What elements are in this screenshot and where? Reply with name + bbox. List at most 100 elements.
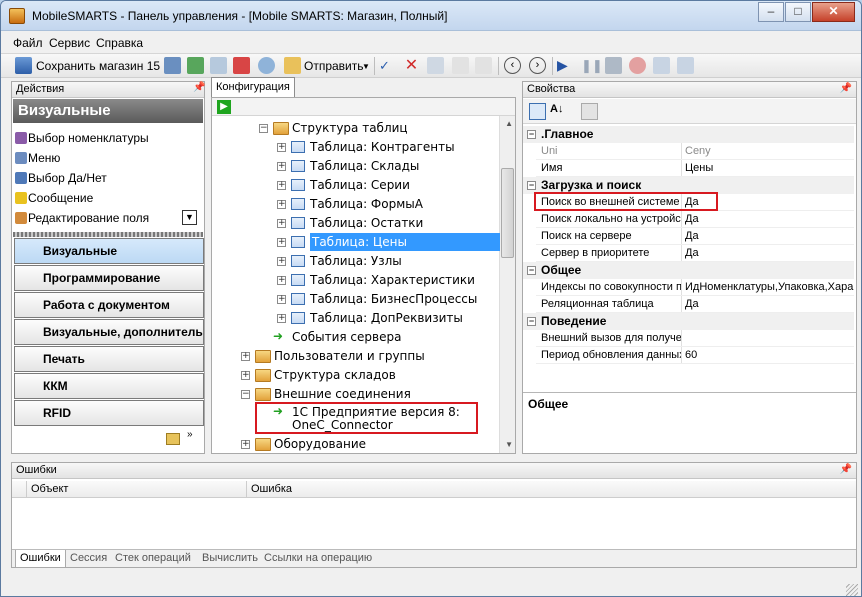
property-row[interactable]: Внешний вызов для получе — [536, 330, 854, 347]
step-into-icon[interactable] — [653, 57, 670, 74]
property-value[interactable]: Да — [685, 211, 699, 227]
nav-visual-extra[interactable]: Визуальные, дополнительн — [14, 319, 204, 345]
property-row[interactable]: Индексы по совокупности п ИдНоменклатуры,… — [536, 279, 854, 296]
property-category[interactable]: − .Главное — [523, 126, 854, 143]
cancel-icon[interactable]: ✕ — [403, 57, 420, 74]
paste-icon[interactable] — [475, 57, 492, 74]
dropdown-button[interactable]: ▼ — [182, 210, 197, 225]
column-error[interactable]: Ошибка — [251, 483, 292, 495]
expand-icon[interactable]: + — [277, 257, 286, 266]
property-value[interactable]: ИдНоменклатуры,Упаковка,Харак — [685, 279, 854, 295]
expand-icon[interactable]: + — [277, 238, 286, 247]
property-row[interactable]: Реляционная таблица Да — [536, 296, 854, 313]
save-button[interactable]: Сохранить магазин 15 — [36, 59, 160, 73]
save-all-icon[interactable] — [164, 57, 181, 74]
tab-stack[interactable]: Стек операций — [115, 550, 191, 567]
scroll-up-icon[interactable]: ▲ — [505, 119, 513, 128]
nav-document[interactable]: Работа с документом — [14, 292, 204, 318]
column-object[interactable]: Объект — [31, 483, 68, 495]
expand-icon[interactable]: + — [277, 219, 286, 228]
tab-evaluate[interactable]: Вычислить — [202, 550, 258, 567]
property-row[interactable]: Поиск на сервере Да — [536, 228, 854, 245]
action-item[interactable]: Выбор номенклатуры — [15, 129, 149, 147]
property-value[interactable]: Ceny — [685, 143, 711, 159]
action-item[interactable]: Сообщение — [15, 189, 93, 207]
run-config-icon[interactable]: ▶ — [217, 100, 231, 114]
scroll-down-icon[interactable]: ▼ — [505, 440, 513, 449]
resize-grip[interactable] — [846, 584, 858, 596]
tab-references[interactable]: Ссылки на операцию — [264, 550, 372, 567]
expand-icon[interactable]: + — [277, 200, 286, 209]
expand-icon[interactable]: + — [241, 371, 250, 380]
property-value[interactable]: 60 — [685, 347, 697, 363]
property-pages-icon[interactable] — [581, 103, 598, 120]
tab-configuration[interactable]: Конфигурация — [211, 77, 295, 97]
action-item[interactable]: Редактирование поля — [15, 209, 149, 227]
property-value[interactable]: Да — [685, 245, 699, 261]
search-icon[interactable] — [258, 57, 275, 74]
copy-icon[interactable] — [427, 57, 444, 74]
forward-icon[interactable]: › — [529, 57, 546, 74]
close-button[interactable]: ✕ — [812, 2, 855, 22]
property-row[interactable]: Имя Цены — [536, 160, 854, 177]
splitter[interactable] — [13, 232, 203, 237]
expand-icon[interactable]: + — [241, 440, 250, 449]
expand-icon[interactable]: + — [241, 352, 250, 361]
nav-programming[interactable]: Программирование — [14, 265, 204, 291]
property-row[interactable]: Сервер в приоритете Да — [536, 245, 854, 262]
property-value[interactable]: Да — [685, 296, 699, 312]
spellcheck-icon[interactable]: ✓ — [379, 57, 396, 74]
expand-icon[interactable]: + — [277, 276, 286, 285]
property-row[interactable]: Uni Ceny — [536, 143, 854, 160]
pin-icon[interactable]: 📌 — [840, 464, 852, 475]
collapse-icon[interactable]: − — [259, 124, 268, 133]
run-icon[interactable]: ▶ — [557, 57, 574, 74]
menu-file[interactable]: Файл — [13, 36, 43, 50]
stop-icon[interactable] — [605, 57, 622, 74]
action-item[interactable]: Меню — [15, 149, 60, 167]
expand-icon[interactable]: + — [277, 295, 286, 304]
property-value[interactable]: Да — [685, 228, 699, 244]
nav-print[interactable]: Печать — [14, 346, 204, 372]
alphabetical-icon[interactable]: A↓ — [550, 103, 563, 115]
property-row[interactable]: Поиск локально на устройс Да — [536, 211, 854, 228]
tab-errors[interactable]: Ошибки — [15, 550, 66, 568]
property-value[interactable]: Цены — [685, 160, 713, 176]
record-icon[interactable] — [629, 57, 646, 74]
cut-icon[interactable] — [452, 57, 469, 74]
folder-icon[interactable] — [166, 433, 180, 445]
nav-visual[interactable]: Визуальные — [14, 238, 204, 264]
send-dropdown-icon[interactable]: ▼ — [362, 62, 370, 71]
save-icon[interactable] — [15, 57, 32, 74]
expand-icon[interactable]: + — [277, 143, 286, 152]
expand-icon[interactable]: + — [277, 314, 286, 323]
refresh-icon[interactable] — [187, 57, 204, 74]
pause-icon[interactable]: ❚❚ — [581, 57, 603, 74]
nav-kkm[interactable]: ККМ — [14, 373, 204, 399]
collapse-icon[interactable]: − — [527, 266, 536, 275]
property-row[interactable]: Период обновления данных 60 — [536, 347, 854, 364]
property-category[interactable]: − Общее — [523, 262, 854, 279]
menu-service[interactable]: Сервис — [49, 36, 90, 50]
collapse-icon[interactable]: − — [527, 181, 536, 190]
step-over-icon[interactable] — [677, 57, 694, 74]
scrollbar-thumb[interactable] — [501, 168, 514, 258]
property-category[interactable]: − Поведение — [523, 313, 854, 330]
delete-icon[interactable] — [233, 57, 250, 74]
expand-icon[interactable]: + — [277, 181, 286, 190]
collapse-icon[interactable]: − — [241, 390, 250, 399]
collapse-icon[interactable]: − — [527, 317, 536, 326]
pin-icon[interactable]: 📌 — [840, 83, 852, 94]
minimize-button[interactable]: – — [758, 2, 784, 22]
send-button[interactable]: Отправить — [304, 59, 364, 73]
tab-session[interactable]: Сессия — [70, 550, 107, 567]
expand-icon[interactable]: + — [277, 162, 286, 171]
action-item[interactable]: Выбор Да/Нет — [15, 169, 107, 187]
collapse-icon[interactable]: − — [527, 130, 536, 139]
maximize-button[interactable]: □ — [785, 2, 811, 22]
back-icon[interactable]: ‹ — [504, 57, 521, 74]
undo-icon[interactable] — [210, 57, 227, 74]
envelope-icon[interactable] — [284, 57, 301, 74]
menu-help[interactable]: Справка — [96, 36, 143, 50]
vertical-scrollbar[interactable] — [499, 116, 515, 453]
